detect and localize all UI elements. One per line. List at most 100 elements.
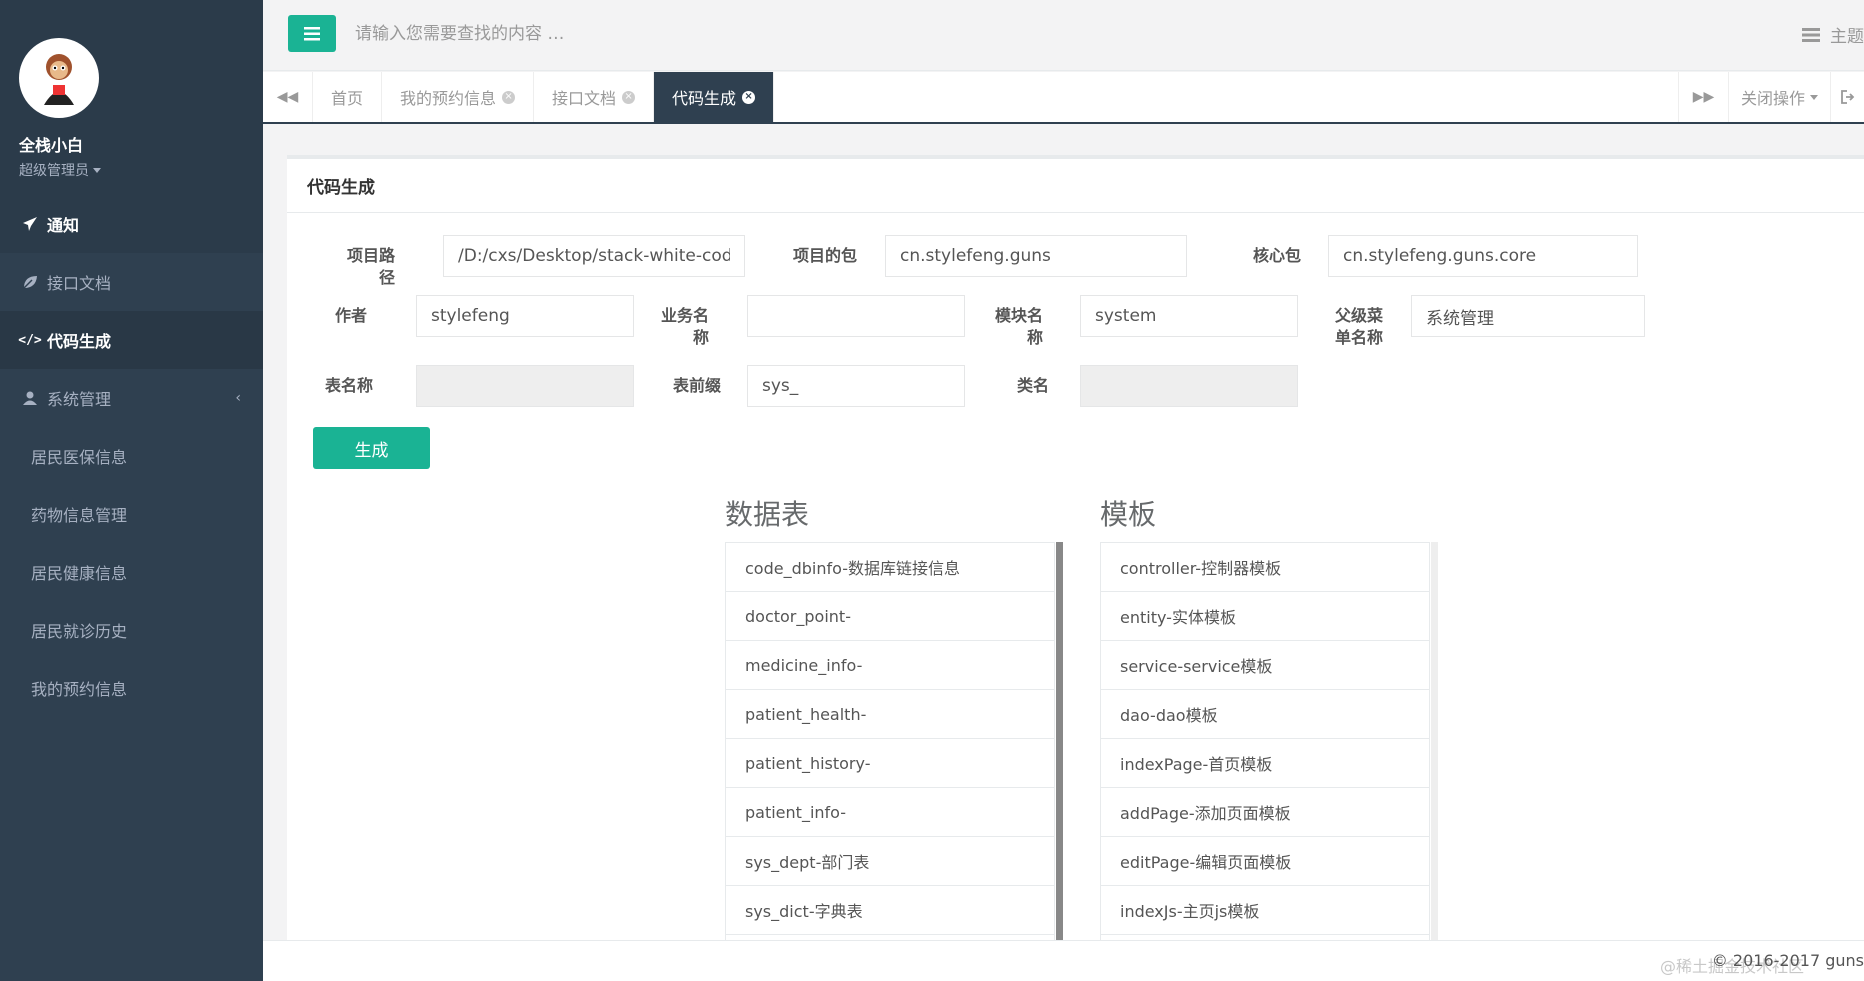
sidebar-item-code-gen[interactable]: </> 代码生成 xyxy=(0,311,263,369)
tab-scroll-right-button[interactable]: ▶▶ xyxy=(1677,72,1728,122)
caret-down-icon xyxy=(1810,94,1818,100)
top-navbar: 主题 xyxy=(263,0,1864,71)
parent-menu-label: 父级菜单名称 xyxy=(1334,306,1383,347)
tables-scrollbar[interactable] xyxy=(1056,542,1063,944)
tab-api-docs[interactable]: 接口文档 × xyxy=(534,72,655,122)
list-item[interactable]: dao-dao模板 xyxy=(1100,689,1430,738)
rocket-icon xyxy=(19,216,41,232)
list-item[interactable]: indexJs-主页js模板 xyxy=(1100,885,1430,934)
close-icon[interactable]: × xyxy=(742,90,756,104)
project-package-label: 项目的包 xyxy=(792,246,857,265)
sidebar-subitem[interactable]: 药物信息管理 xyxy=(0,485,263,543)
module-name-label: 模块名称 xyxy=(994,306,1043,347)
panel-title: 代码生成 xyxy=(287,159,1864,213)
biz-name-label: 业务名称 xyxy=(660,306,709,347)
project-path-input[interactable] xyxy=(443,235,745,277)
close-icon[interactable]: × xyxy=(502,90,516,104)
class-name-input[interactable] xyxy=(1080,365,1298,407)
table-name-label: 表名称 xyxy=(324,376,373,395)
user-icon xyxy=(19,391,41,405)
table-name-input[interactable] xyxy=(416,365,634,407)
sidebar-subitem[interactable]: 居民健康信息 xyxy=(0,543,263,601)
caret-down-icon xyxy=(93,167,101,173)
tab-code-gen[interactable]: 代码生成 × xyxy=(654,72,775,122)
list-item[interactable]: medicine_info- xyxy=(725,640,1055,689)
leaf-icon xyxy=(19,274,41,290)
double-chevron-right-icon: ▶▶ xyxy=(1692,89,1715,105)
list-item[interactable]: indexPage-首页模板 xyxy=(1100,738,1430,787)
list-item[interactable]: patient_info- xyxy=(725,787,1055,836)
sidebar-subitem-label: 我的预约信息 xyxy=(31,680,128,699)
list-item[interactable]: code_dbinfo-数据库链接信息 xyxy=(725,542,1055,591)
tab-label: 接口文档 xyxy=(552,89,617,108)
list-icon xyxy=(1802,27,1820,42)
core-package-input[interactable] xyxy=(1328,235,1638,277)
class-name-label: 类名 xyxy=(1016,376,1049,395)
templates-title: 模板 xyxy=(1100,498,1157,531)
project-path-label: 项目路径 xyxy=(346,246,395,287)
table-prefix-label: 表前缀 xyxy=(672,376,721,395)
theme-button[interactable]: 主题 xyxy=(1802,22,1864,47)
tab-my-appointments[interactable]: 我的预约信息 × xyxy=(382,72,535,122)
theme-label: 主题 xyxy=(1830,27,1864,47)
list-item[interactable]: editPage-编辑页面模板 xyxy=(1100,836,1430,885)
parent-menu-input[interactable] xyxy=(1411,295,1645,337)
templates-list[interactable]: controller-控制器模板 entity-实体模板 service-ser… xyxy=(1100,542,1438,944)
list-item[interactable]: entity-实体模板 xyxy=(1100,591,1430,640)
sidebar-subitem-label: 药物信息管理 xyxy=(31,506,128,525)
logout-button[interactable] xyxy=(1830,72,1864,122)
sidebar-item-system[interactable]: 系统管理 ‹ xyxy=(0,369,263,427)
module-name-input[interactable] xyxy=(1080,295,1298,337)
list-item[interactable]: controller-控制器模板 xyxy=(1100,542,1430,591)
sign-out-icon xyxy=(1840,90,1854,104)
user-profile: 全栈小白 超级管理员 xyxy=(0,0,263,195)
close-icon[interactable]: × xyxy=(622,90,636,104)
list-item[interactable]: sys_dict-字典表 xyxy=(725,885,1055,934)
sidebar-item-label: 代码生成 xyxy=(47,332,112,351)
sidebar-item-label: 系统管理 xyxy=(47,390,112,409)
avatar[interactable] xyxy=(19,38,99,118)
list-item[interactable]: patient_health- xyxy=(725,689,1055,738)
user-role-label: 超级管理员 xyxy=(19,163,89,179)
generate-button[interactable]: 生成 xyxy=(313,427,430,469)
code-icon: </> xyxy=(18,332,42,348)
list-item[interactable]: doctor_point- xyxy=(725,591,1055,640)
sidebar-item-label: 通知 xyxy=(47,216,80,235)
project-package-input[interactable] xyxy=(885,235,1187,277)
hamburger-icon xyxy=(304,26,320,40)
tables-list[interactable]: code_dbinfo-数据库链接信息 doctor_point- medici… xyxy=(725,542,1063,944)
list-item[interactable]: sys_dept-部门表 xyxy=(725,836,1055,885)
search-input[interactable] xyxy=(355,18,955,50)
tab-bar: ◀◀ 首页 我的预约信息 × 接口文档 × 代码生成 × ▶▶ 关闭操作 xyxy=(263,72,1864,124)
list-item[interactable]: service-service模板 xyxy=(1100,640,1430,689)
tab-home[interactable]: 首页 xyxy=(313,72,383,122)
author-label: 作者 xyxy=(334,306,367,325)
chevron-left-icon: ‹ xyxy=(235,390,241,406)
sidebar-item-api-docs[interactable]: 接口文档 xyxy=(0,253,263,311)
table-prefix-input[interactable] xyxy=(747,365,965,407)
sidebar-item-notice[interactable]: 通知 xyxy=(0,195,263,253)
list-item[interactable]: addPage-添加页面模板 xyxy=(1100,787,1430,836)
tab-label: 代码生成 xyxy=(672,89,737,108)
sidebar-subitem[interactable]: 居民医保信息 xyxy=(0,427,263,485)
tables-title: 数据表 xyxy=(725,498,810,531)
close-ops-dropdown[interactable]: 关闭操作 xyxy=(1727,72,1830,122)
templates-scrollbar[interactable] xyxy=(1431,542,1438,944)
copyright-text: © 2016-2017 guns xyxy=(1711,951,1864,970)
tab-label: 首页 xyxy=(331,89,364,108)
sidebar-subitem[interactable]: 居民就诊历史 xyxy=(0,601,263,659)
sidebar-subitem-label: 居民医保信息 xyxy=(31,448,128,467)
tab-scroll-left-button[interactable]: ◀◀ xyxy=(263,72,313,122)
biz-name-input[interactable] xyxy=(747,295,965,337)
menu-toggle-button[interactable] xyxy=(288,15,336,52)
code-gen-panel: 代码生成 项目路径 项目的包 核心包 作者 业务名称 模块名称 父级菜单名称 表… xyxy=(287,155,1864,944)
author-input[interactable] xyxy=(416,295,634,337)
sidebar-subitem[interactable]: 我的预约信息 xyxy=(0,659,263,717)
tab-label: 我的预约信息 xyxy=(400,89,497,108)
sidebar: 全栈小白 超级管理员 通知 接口文档 </> 代码生成 系统管理 ‹ 居民医保信… xyxy=(0,0,263,981)
close-ops-label: 关闭操作 xyxy=(1740,89,1805,108)
user-name: 全栈小白 xyxy=(19,136,84,155)
user-role-dropdown[interactable]: 超级管理员 xyxy=(19,160,263,180)
list-item[interactable]: patient_history- xyxy=(725,738,1055,787)
sidebar-subitem-label: 居民健康信息 xyxy=(31,564,128,583)
